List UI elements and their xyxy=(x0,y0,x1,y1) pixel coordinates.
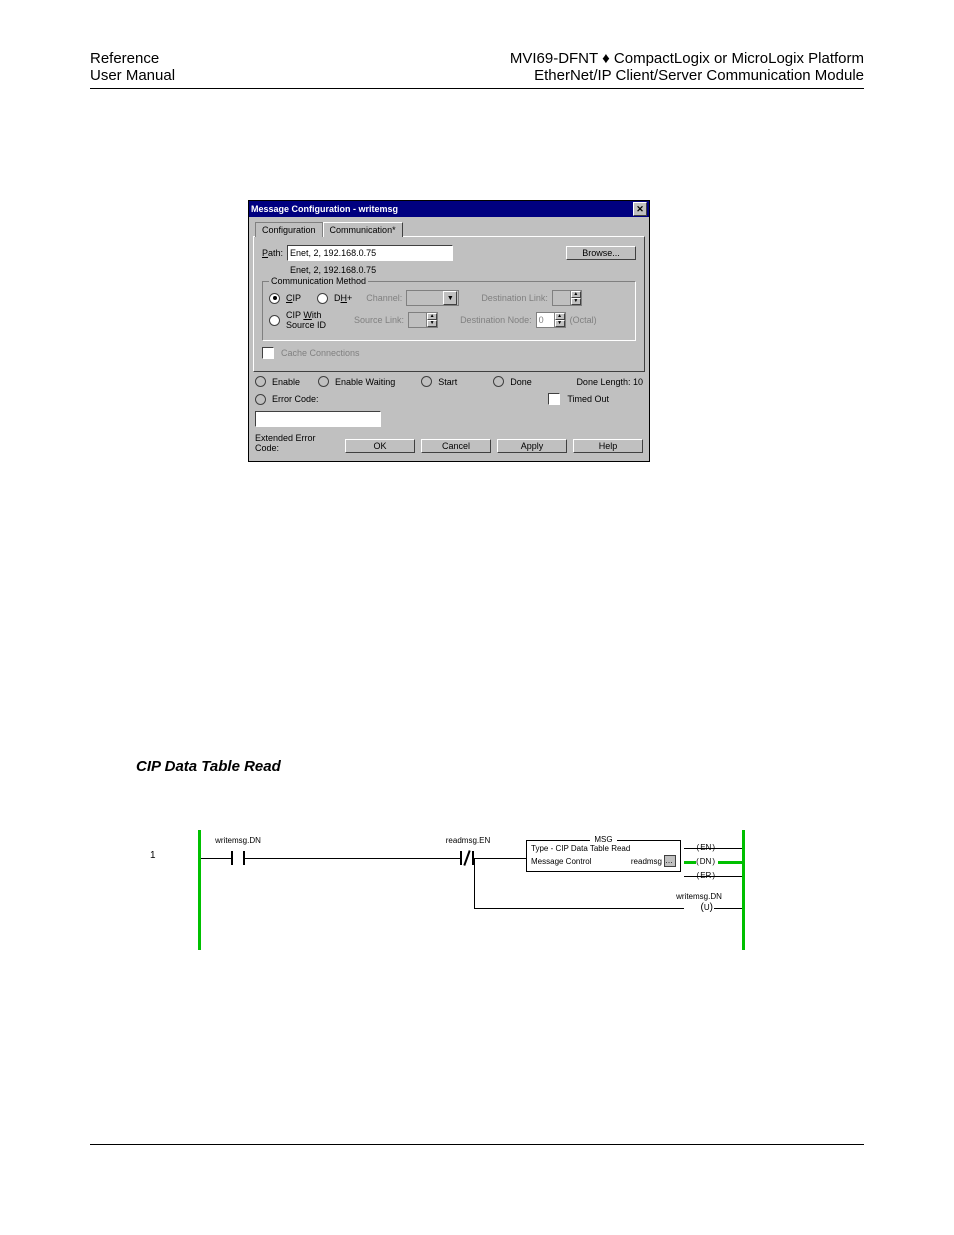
dn-wire-r xyxy=(718,861,742,864)
header-right-1a: MVI69-DFNT xyxy=(510,50,602,67)
msg-instruction: MSG Type - CIP Data Table Read Message C… xyxy=(526,840,681,872)
cancel-button[interactable]: Cancel xyxy=(421,439,491,453)
right-rail xyxy=(742,830,745,950)
done-label: Done xyxy=(510,377,532,387)
header-right-2: EtherNet/IP Client/Server Communication … xyxy=(510,67,864,84)
tab-communication[interactable]: Communication* xyxy=(323,222,403,237)
branch-vert xyxy=(474,858,475,908)
en-out: EN xyxy=(697,843,715,852)
footer-rule xyxy=(90,1144,864,1145)
ok-button[interactable]: OK xyxy=(345,439,415,453)
cache-label: Cache Connections xyxy=(281,348,360,358)
dialog-status-area: Enable Enable Waiting Start Done Done Le… xyxy=(249,376,649,461)
chevron-down-icon: ▼ xyxy=(443,291,457,305)
message-config-dialog: Message Configuration - writemsg ✕ Confi… xyxy=(248,200,650,462)
msg-ctrl-label: Message Control xyxy=(531,857,591,866)
done-length-label: Done Length: 10 xyxy=(576,377,643,387)
channel-select: ▼ xyxy=(406,290,459,306)
close-icon[interactable]: ✕ xyxy=(633,202,647,216)
dialog-title: Message Configuration - writemsg xyxy=(251,204,398,214)
rung-wire-2 xyxy=(245,858,460,859)
tab-row: Configuration Communication* xyxy=(249,217,649,236)
xio-label: readmsg.EN xyxy=(438,836,498,845)
xic-label: writemsg.DN xyxy=(208,836,268,845)
comm-method-group: Communication Method CIP DH+ Channel: ▼ … xyxy=(262,281,636,341)
dn-wire-l xyxy=(684,861,696,864)
msg-type: Type - CIP Data Table Read xyxy=(531,844,676,853)
tab-configuration[interactable]: Configuration xyxy=(255,222,323,237)
unlatch-coil: (U) xyxy=(701,902,713,913)
header-left-1: Reference xyxy=(90,50,175,67)
radio-dhplus[interactable] xyxy=(317,293,328,304)
error-code-label: Error Code: xyxy=(272,394,319,404)
start-label: Start xyxy=(438,377,457,387)
src-link-label: Source Link: xyxy=(354,315,404,325)
channel-label: Channel: xyxy=(366,293,402,303)
dest-node-spin: 0▲▼ xyxy=(536,312,566,328)
header-right-1b: CompactLogix or MicroLogix Platform xyxy=(610,50,864,67)
coil-label: writemsg.DN xyxy=(669,892,729,901)
dialog-titlebar: Message Configuration - writemsg ✕ xyxy=(249,201,649,217)
ladder-diagram: 1 writemsg.DN readmsg.EN MSG Type - CIP … xyxy=(150,830,745,950)
radio-cip-src-label: CIP WithSource ID xyxy=(286,310,326,330)
path-echo: Enet, 2, 192.168.0.75 xyxy=(290,265,376,275)
tab-body: PPath:ath: Browse... Enet, 2, 192.168.0.… xyxy=(253,236,645,372)
branch-wire xyxy=(474,908,684,909)
help-button[interactable]: Help xyxy=(573,439,643,453)
path-input[interactable] xyxy=(287,245,453,261)
dn-out: DN xyxy=(696,857,715,866)
ext-error-label: Extended Error Code: xyxy=(255,433,341,453)
apply-button[interactable]: Apply xyxy=(497,439,567,453)
radio-dhplus-label: DH+ xyxy=(334,293,352,303)
done-dot xyxy=(493,376,504,387)
timed-out-label: Timed Out xyxy=(567,394,609,404)
coil-wire-r xyxy=(714,908,742,909)
dest-link-label: Destination Link: xyxy=(481,293,548,303)
header-right-1: MVI69-DFNT ♦ CompactLogix or MicroLogix … xyxy=(510,50,864,67)
enable-waiting-dot xyxy=(318,376,329,387)
section-heading: CIP Data Table Read xyxy=(136,758,281,775)
radio-cip-label: CIP xyxy=(286,293,301,303)
header-left: Reference User Manual xyxy=(90,50,175,84)
rung-wire xyxy=(201,858,231,859)
error-dot xyxy=(255,394,266,405)
browse-button[interactable]: Browse... xyxy=(566,246,636,260)
error-code-value xyxy=(255,411,381,427)
header-right: MVI69-DFNT ♦ CompactLogix or MicroLogix … xyxy=(510,50,864,84)
msg-ctrl-value: readmsg xyxy=(631,857,662,866)
enable-label: Enable xyxy=(272,377,300,387)
xic-contact xyxy=(231,851,245,865)
xio-contact xyxy=(460,851,474,865)
radio-cip[interactable] xyxy=(269,293,280,304)
left-rail xyxy=(198,830,201,950)
radio-cip-src[interactable] xyxy=(269,315,280,326)
path-label: PPath:ath: xyxy=(262,248,283,258)
er-out: ER xyxy=(697,871,715,880)
msg-title: MSG xyxy=(590,835,616,844)
rung-number: 1 xyxy=(150,850,156,861)
src-link-spin: ▲▼ xyxy=(408,312,438,328)
enable-waiting-label: Enable Waiting xyxy=(335,377,395,387)
octal-label: (Octal) xyxy=(570,315,597,325)
comm-method-title: Communication Method xyxy=(269,276,368,286)
start-dot xyxy=(421,376,432,387)
page-header: Reference User Manual MVI69-DFNT ♦ Compa… xyxy=(90,50,864,89)
dest-node-label: Destination Node: xyxy=(460,315,532,325)
dest-link-spin: ▲▼ xyxy=(552,290,582,306)
timed-out-checkbox[interactable] xyxy=(548,393,560,405)
cache-checkbox[interactable] xyxy=(262,347,274,359)
header-left-2: User Manual xyxy=(90,67,175,84)
enable-dot xyxy=(255,376,266,387)
msg-ellipsis-button[interactable]: … xyxy=(664,855,676,867)
